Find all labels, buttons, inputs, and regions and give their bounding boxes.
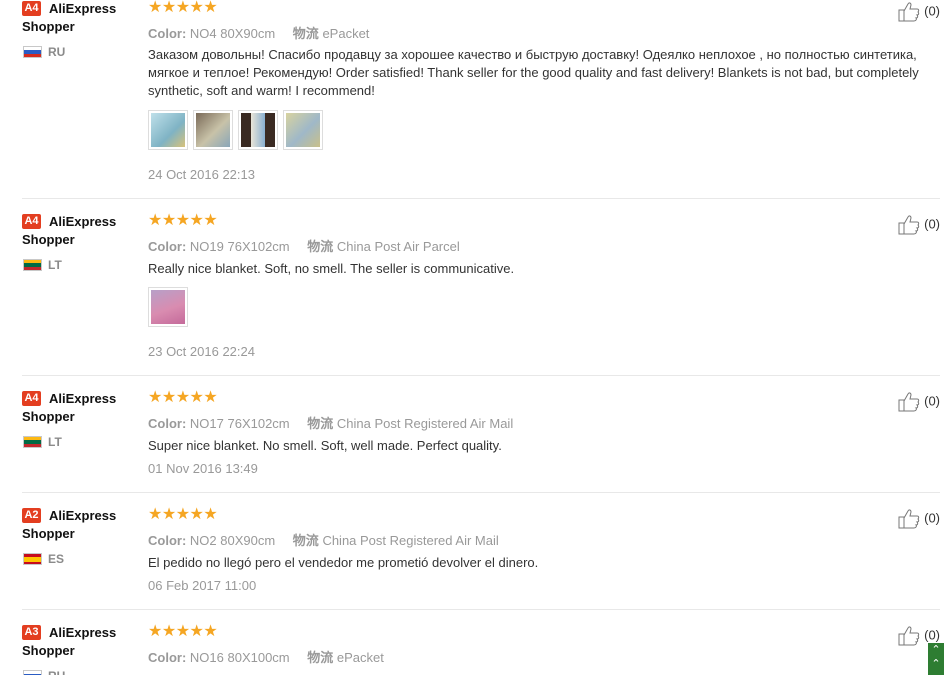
thumbs-up-icon	[898, 392, 920, 412]
shipping-label: 物流	[292, 533, 319, 548]
review-divider	[22, 609, 940, 610]
star-rating: ★★★★★	[148, 212, 218, 229]
star-rating: ★★★★★	[148, 0, 218, 16]
review-date: 24 Oct 2016 22:13	[148, 167, 255, 182]
reviewer-name: AliExpress Shopper	[22, 1, 117, 34]
flag-icon-ru	[23, 46, 42, 58]
review-item: A4 AliExpress Shopper LT ★★★★★ Color: NO…	[0, 390, 944, 492]
review-photos	[148, 110, 328, 155]
reviewer-name: AliExpress Shopper	[22, 391, 117, 424]
flag-icon-es	[23, 553, 42, 565]
order-info: Color: NO2 80X90cm 物流 China Post Registe…	[148, 530, 499, 549]
shipping-value: China Post Registered Air Mail	[336, 416, 514, 431]
helpful-count: (0)	[924, 510, 940, 526]
helpful-button[interactable]: (0)	[898, 2, 940, 22]
flag-icon-ru	[23, 670, 42, 675]
color-value: NO2 80X90cm	[189, 533, 276, 548]
shipping-value: ePacket	[322, 26, 370, 41]
country-code: LT	[48, 258, 62, 272]
shipping-label: 物流	[292, 26, 319, 41]
photo-thumbnail[interactable]	[193, 110, 233, 150]
country-code: RU	[48, 45, 66, 59]
color-value: NO4 80X90cm	[189, 26, 276, 41]
review-item: A4 AliExpress Shopper LT ★★★★★ Color: NO…	[0, 213, 944, 375]
order-info: Color: NO16 80X100cm 物流 ePacket	[148, 647, 384, 666]
review-item: A4 AliExpress Shopper RU ★★★★★ Color: NO…	[0, 0, 944, 198]
helpful-count: (0)	[924, 627, 940, 643]
review-photos	[148, 287, 193, 332]
review-text: El pedido no llegó pero el vendedor me p…	[148, 555, 539, 570]
helpful-count: (0)	[924, 216, 940, 232]
shipping-label: 物流	[307, 650, 334, 665]
thumbs-up-icon	[898, 215, 920, 235]
helpful-button[interactable]: (0)	[898, 509, 940, 529]
color-label: Color:	[148, 650, 187, 665]
flag-icon-lt	[23, 259, 42, 271]
photo-thumbnail[interactable]	[148, 110, 188, 150]
helpful-button[interactable]: (0)	[898, 392, 940, 412]
review-date: 01 Nov 2016 13:49	[148, 461, 258, 476]
color-value: NO17 76X102cm	[189, 416, 290, 431]
review-date: 06 Feb 2017 11:00	[148, 578, 257, 593]
photo-thumbnail[interactable]	[283, 110, 323, 150]
thumbs-up-icon	[898, 626, 920, 646]
reviewer-name: AliExpress Shopper	[22, 214, 117, 247]
color-label: Color:	[148, 239, 187, 254]
country-code: RU	[48, 669, 65, 675]
shipping-value: ePacket	[336, 650, 384, 665]
star-rating: ★★★★★	[148, 389, 218, 406]
country-code: LT	[48, 435, 62, 449]
shipping-label: 物流	[307, 239, 334, 254]
review-text: Заказом довольны! Спасибо продавцу за хо…	[148, 47, 919, 98]
review-divider	[22, 492, 940, 493]
review-text: Super nice blanket. No smell. Soft, well…	[148, 438, 502, 453]
shipping-value: China Post Registered Air Mail	[322, 533, 499, 548]
color-value: NO19 76X102cm	[189, 239, 290, 254]
helpful-count: (0)	[924, 393, 940, 409]
photo-thumbnail[interactable]	[238, 110, 278, 150]
color-label: Color:	[148, 416, 187, 431]
order-info: Color: NO17 76X102cm 物流 China Post Regis…	[148, 413, 513, 432]
star-rating: ★★★★★	[148, 624, 218, 640]
country-code: ES	[48, 552, 65, 566]
color-label: Color:	[148, 26, 187, 41]
shipping-label: 物流	[307, 416, 334, 431]
back-to-top-button[interactable]: ⌃ ⌃	[928, 643, 944, 675]
thumbs-up-icon	[898, 509, 920, 529]
color-value: NO16 80X100cm	[189, 650, 290, 665]
order-info: Color: NO19 76X102cm 物流 China Post Air P…	[148, 236, 460, 255]
flag-icon-lt	[23, 436, 42, 448]
helpful-count: (0)	[924, 3, 940, 19]
review-divider	[22, 375, 940, 376]
order-info: Color: NO4 80X90cm 物流 ePacket	[148, 23, 369, 42]
review-divider	[22, 198, 940, 199]
back-to-top-icon: ⌃ ⌃	[931, 644, 941, 670]
reviewer-name: AliExpress Shopper	[22, 508, 117, 541]
color-label: Color:	[148, 533, 187, 548]
star-rating: ★★★★★	[148, 506, 218, 523]
shipping-value: China Post Air Parcel	[336, 239, 460, 254]
photo-thumbnail[interactable]	[148, 287, 188, 327]
thumbs-up-icon	[898, 2, 920, 22]
review-item: A2 AliExpress Shopper ES ★★★★★ Color: NO…	[0, 507, 944, 609]
helpful-button[interactable]: (0)	[898, 215, 940, 235]
review-item: A3 AliExpress Shopper RU ★★★★★ Color: NO…	[0, 624, 944, 675]
reviewer-name: AliExpress Shopper	[22, 625, 117, 658]
review-text: Really nice blanket. Soft, no smell. The…	[148, 261, 515, 276]
review-date: 23 Oct 2016 22:24	[148, 344, 255, 359]
